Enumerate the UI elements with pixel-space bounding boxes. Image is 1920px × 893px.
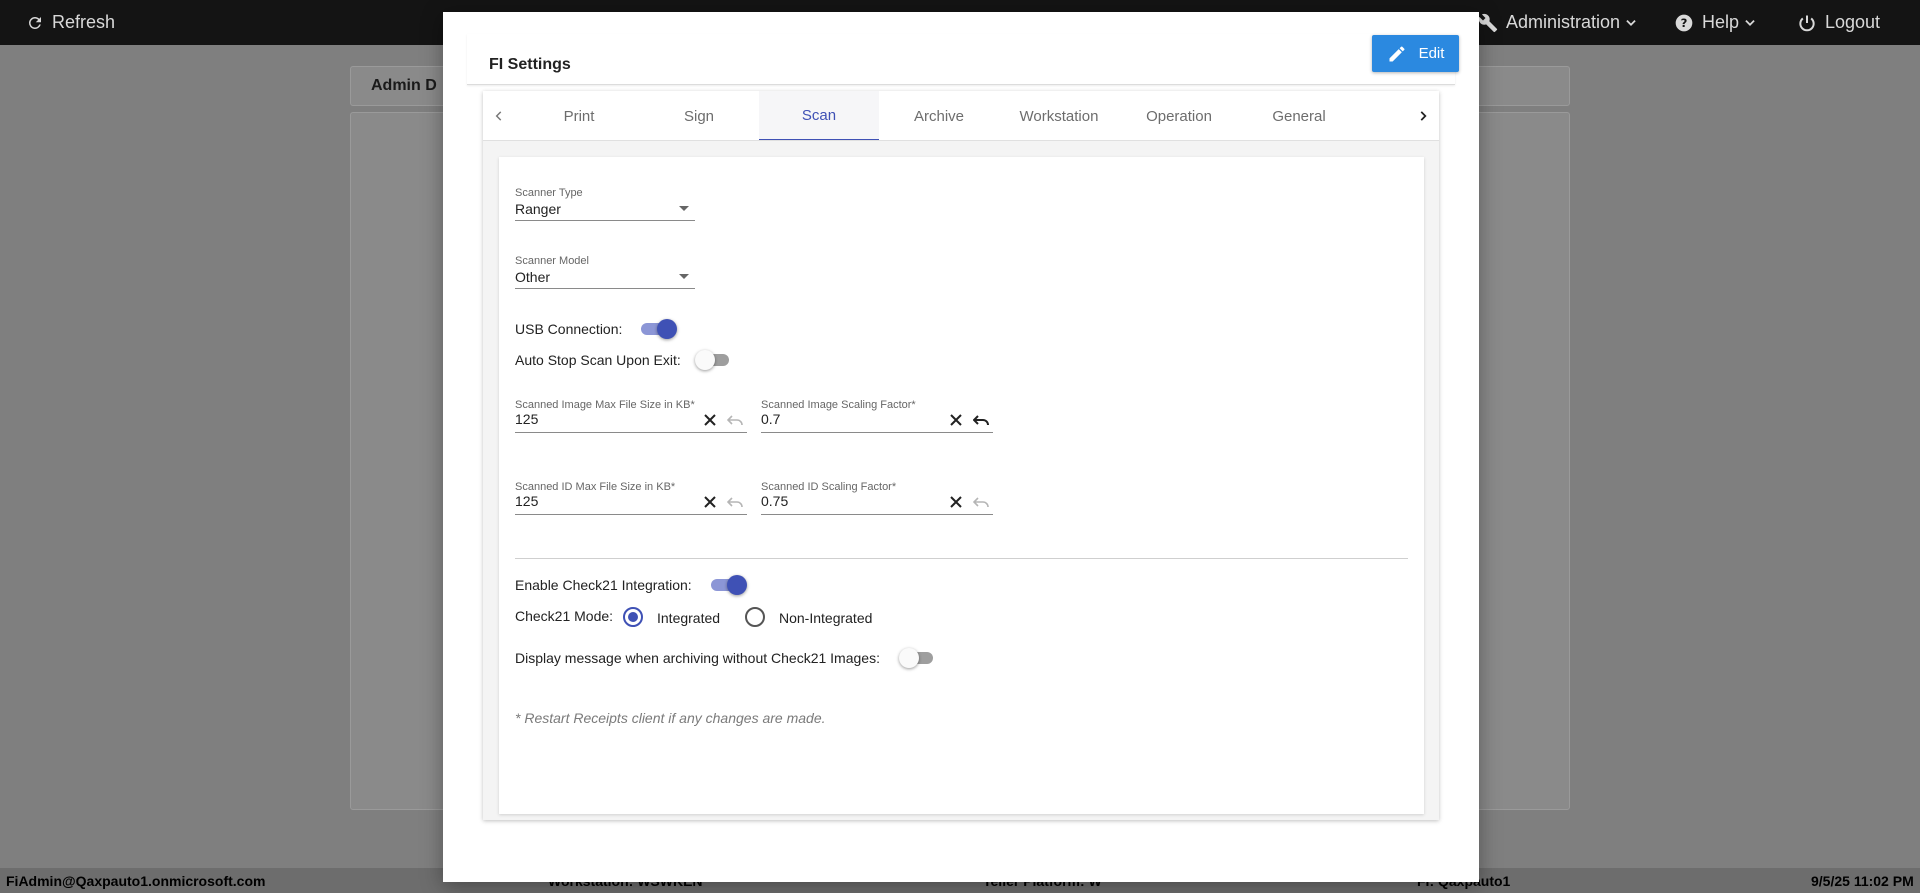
id-scaling-field: Scanned ID Scaling Factor* <box>761 481 993 515</box>
tab-workstation[interactable]: Workstation <box>999 91 1119 140</box>
logout-label: Logout <box>1825 12 1881 32</box>
undo-icon[interactable] <box>973 413 989 427</box>
tab-bar: Print Sign Scan Archive Workstation Oper… <box>483 91 1439 141</box>
refresh-icon <box>28 16 41 29</box>
undo-icon[interactable] <box>973 495 989 509</box>
clear-icon[interactable] <box>703 413 717 427</box>
help-menu[interactable]: ? Help <box>1674 0 1757 45</box>
tab-scan[interactable]: Scan <box>759 91 879 140</box>
tab-scroll-left[interactable] <box>483 91 515 140</box>
tab-label: Print <box>563 107 595 125</box>
tab-label: Scan <box>801 106 837 124</box>
scan-settings-form: Scanner Type Ranger Scanner Model Other … <box>499 157 1424 814</box>
tab-archive[interactable]: Archive <box>879 91 999 140</box>
id-max-size-input[interactable] <box>515 493 695 509</box>
scanner-type-value: Ranger <box>515 201 561 217</box>
scanner-type-select[interactable]: Scanner Type Ranger <box>515 187 695 221</box>
help-label: Help <box>1702 12 1740 32</box>
image-max-size-field: Scanned Image Max File Size in KB* <box>515 399 747 433</box>
chevron-left-icon <box>495 111 502 121</box>
help-icon: ? <box>1675 14 1693 31</box>
scanner-type-label: Scanner Type <box>515 187 583 199</box>
tab-sign[interactable]: Sign <box>639 91 759 140</box>
id-scaling-label: Scanned ID Scaling Factor* <box>761 481 897 493</box>
id-max-size-label: Scanned ID Max File Size in KB* <box>515 481 676 493</box>
id-scaling-input[interactable] <box>761 493 941 509</box>
footer-datetime: 9/5/25 11:02 PM <box>1811 873 1914 889</box>
refresh-button[interactable]: Refresh <box>26 0 115 45</box>
dialog-header: FI Settings <box>467 34 1455 85</box>
edit-button[interactable]: Edit <box>1372 35 1459 72</box>
clear-icon[interactable] <box>703 495 717 509</box>
radio-non-integrated-label: Non-Integrated <box>779 610 873 626</box>
tab-scroll-right[interactable] <box>1407 91 1439 140</box>
refresh-label: Refresh <box>52 12 116 32</box>
undo-icon[interactable] <box>727 413 743 427</box>
dropdown-arrow-icon <box>679 206 689 211</box>
administration-menu[interactable]: Administration <box>1478 0 1638 45</box>
tab-operation[interactable]: Operation <box>1119 91 1239 140</box>
scanner-model-label: Scanner Model <box>515 255 589 267</box>
svg-text:?: ? <box>1681 16 1688 30</box>
tab-label: Sign <box>683 107 715 125</box>
dialog-title: FI Settings <box>489 56 571 73</box>
chevron-down-icon <box>1626 19 1636 26</box>
check21-mode-label: Check21 Mode: <box>515 608 614 624</box>
background-panel-title: Admin D <box>371 77 437 94</box>
pencil-icon <box>1389 45 1405 61</box>
clear-icon[interactable] <box>949 413 963 427</box>
image-scaling-field: Scanned Image Scaling Factor* <box>761 399 993 433</box>
scanner-model-select[interactable]: Scanner Model Other <box>515 255 695 289</box>
chevron-right-icon <box>1420 111 1427 121</box>
settings-tab-panel: Print Sign Scan Archive Workstation Oper… <box>483 91 1439 820</box>
fi-settings-dialog: FI Settings Edit Print Sign Scan Archive… <box>443 12 1479 882</box>
power-icon <box>1799 15 1815 31</box>
usb-connection-toggle[interactable] <box>639 319 677 339</box>
undo-icon[interactable] <box>727 495 743 509</box>
usb-connection-label: USB Connection: <box>515 321 623 337</box>
tab-label: General <box>1272 107 1326 125</box>
dropdown-arrow-icon <box>679 274 689 279</box>
logout-button[interactable]: Logout <box>1797 0 1880 45</box>
display-message-label: Display message when archiving without C… <box>515 650 880 666</box>
footer-user: FiAdmin@Qaxpauto1.onmicrosoft.com <box>6 873 266 889</box>
clear-icon[interactable] <box>949 495 963 509</box>
tab-label: Operation <box>1146 107 1212 125</box>
tab-print[interactable]: Print <box>519 91 639 140</box>
tab-label: Archive <box>913 107 965 125</box>
check21-enable-label: Enable Check21 Integration: <box>515 577 692 593</box>
id-max-size-field: Scanned ID Max File Size in KB* <box>515 481 747 515</box>
image-scaling-label: Scanned Image Scaling Factor* <box>761 399 916 411</box>
auto-stop-label: Auto Stop Scan Upon Exit: <box>515 352 681 368</box>
edit-label: Edit <box>1418 45 1445 62</box>
scanner-model-value: Other <box>515 269 551 285</box>
radio-integrated[interactable] <box>623 607 643 627</box>
radio-integrated-label: Integrated <box>657 610 721 626</box>
radio-non-integrated[interactable] <box>745 607 765 627</box>
restart-note: * Restart Receipts client if any changes… <box>515 710 826 726</box>
check21-enable-toggle[interactable] <box>709 575 747 595</box>
section-divider <box>515 558 1408 559</box>
chevron-down-icon <box>1745 19 1755 26</box>
tab-label: Workstation <box>1019 107 1099 125</box>
tab-general[interactable]: General <box>1239 91 1359 140</box>
administration-label: Administration <box>1506 12 1621 32</box>
auto-stop-toggle[interactable] <box>695 350 731 370</box>
image-scaling-input[interactable] <box>761 411 941 427</box>
wrench-icon <box>1478 13 1498 32</box>
image-max-size-input[interactable] <box>515 411 695 427</box>
image-max-size-label: Scanned Image Max File Size in KB* <box>515 399 695 411</box>
display-message-toggle[interactable] <box>899 648 935 668</box>
